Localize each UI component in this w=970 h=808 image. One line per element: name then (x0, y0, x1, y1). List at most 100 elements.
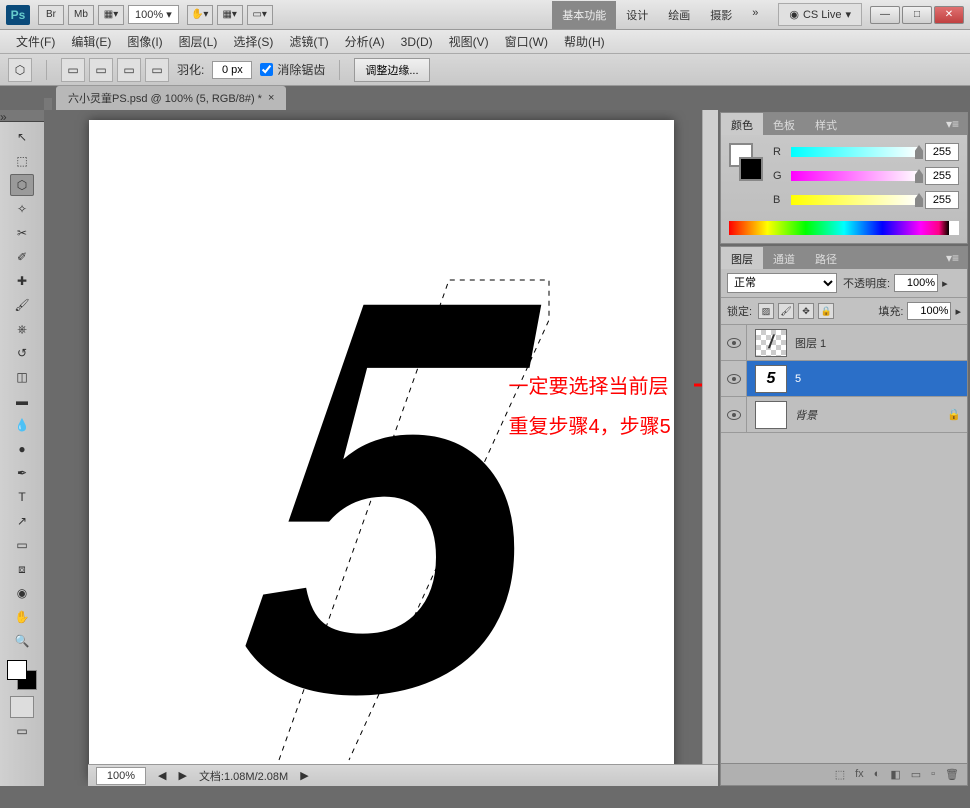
minibridge-button[interactable]: Mb (68, 5, 94, 25)
tab-paths[interactable]: 路径 (805, 247, 847, 269)
wand-tool[interactable]: ✧ (10, 198, 34, 220)
refine-edge-button[interactable]: 调整边缘... (354, 58, 429, 82)
arrange-button[interactable]: ▦▾ (217, 5, 243, 25)
tool-preset-icon[interactable]: ⬡ (8, 58, 32, 82)
trash-icon[interactable]: 🗑 (945, 768, 959, 781)
menu-edit[interactable]: 编辑(E) (65, 30, 117, 53)
blur-tool[interactable]: 💧 (10, 414, 34, 436)
visibility-toggle[interactable] (721, 397, 747, 432)
workspace-tab-photography[interactable]: 摄影 (700, 1, 742, 29)
visibility-toggle[interactable] (721, 361, 747, 396)
layer-name[interactable]: 5 (795, 373, 967, 385)
menu-3d[interactable]: 3D(D) (395, 32, 439, 52)
bg-swatch[interactable] (739, 157, 763, 181)
workspace-tab-essentials[interactable]: 基本功能 (552, 1, 616, 29)
heal-tool[interactable]: ✚ (10, 270, 34, 292)
menu-help[interactable]: 帮助(H) (558, 30, 611, 53)
shape-tool[interactable]: ▭ (10, 534, 34, 556)
antialias-checkbox[interactable]: 消除锯齿 (260, 61, 325, 78)
3d-tool[interactable]: ⧈ (10, 558, 34, 580)
g-input[interactable] (925, 167, 959, 185)
gradient-tool[interactable]: ▬ (10, 390, 34, 412)
new-layer-icon[interactable]: ▫ (931, 768, 935, 781)
menu-file[interactable]: 文件(F) (10, 30, 61, 53)
workspace-more[interactable]: » (742, 1, 768, 29)
status-zoom-input[interactable]: 100% (96, 767, 146, 785)
lasso-tool[interactable]: ⬡ (10, 174, 34, 196)
screenmode-button[interactable]: ▭ (10, 720, 34, 742)
bridge-button[interactable]: Br (38, 5, 64, 25)
layer-row[interactable]: 5 5 (721, 361, 967, 397)
lock-all-icon[interactable]: 🔒 (818, 303, 834, 319)
hand-tool[interactable]: ✋ (10, 606, 34, 628)
add-selection-icon[interactable]: ▭ (89, 58, 113, 82)
menu-window[interactable]: 窗口(W) (499, 30, 554, 53)
lock-transparent-icon[interactable]: ▨ (758, 303, 774, 319)
extras-button[interactable]: ▭▾ (247, 5, 273, 25)
stamp-tool[interactable]: ⎈ (10, 318, 34, 340)
zoom-tool[interactable]: 🔍 (10, 630, 34, 652)
document-tab-close-icon[interactable]: × (268, 92, 274, 104)
visibility-toggle[interactable] (721, 325, 747, 360)
cslive-button[interactable]: ◉CS Live▾ (778, 3, 862, 26)
group-icon[interactable]: ▭ (911, 768, 921, 781)
fill-input[interactable] (907, 302, 951, 320)
tab-channels[interactable]: 通道 (763, 247, 805, 269)
history-brush-tool[interactable]: ↺ (10, 342, 34, 364)
layer-thumbnail[interactable]: 5 (755, 365, 787, 393)
eraser-tool[interactable]: ◫ (10, 366, 34, 388)
vertical-scrollbar[interactable] (702, 110, 718, 786)
b-slider[interactable] (791, 195, 919, 205)
tab-color[interactable]: 颜色 (721, 113, 763, 135)
color-swatches[interactable] (7, 660, 37, 690)
layer-thumbnail[interactable]: / (755, 329, 787, 357)
blend-mode-select[interactable]: 正常 (727, 273, 837, 293)
menu-analysis[interactable]: 分析(A) (339, 30, 391, 53)
menu-image[interactable]: 图像(I) (121, 30, 168, 53)
b-input[interactable] (925, 191, 959, 209)
status-chevron-icon[interactable]: ▶ (300, 769, 308, 782)
eyedropper-tool[interactable]: ✐ (10, 246, 34, 268)
menu-view[interactable]: 视图(V) (443, 30, 495, 53)
tab-swatches[interactable]: 色板 (763, 113, 805, 135)
workspace-tab-painting[interactable]: 绘画 (658, 1, 700, 29)
pen-tool[interactable]: ✒ (10, 462, 34, 484)
layer-row[interactable]: / 图层 1 (721, 325, 967, 361)
layer-name[interactable]: 图层 1 (795, 335, 967, 351)
lock-paint-icon[interactable]: 🖌 (778, 303, 794, 319)
fill-chevron-icon[interactable]: ▸ (955, 305, 961, 318)
chevron-right-icon[interactable]: ▶ (178, 769, 186, 782)
brush-tool[interactable]: 🖌 (10, 294, 34, 316)
opacity-chevron-icon[interactable]: ▸ (942, 277, 948, 290)
tab-styles[interactable]: 样式 (805, 113, 847, 135)
crop-tool[interactable]: ✂ (10, 222, 34, 244)
new-selection-icon[interactable]: ▭ (61, 58, 85, 82)
color-panel-swatches[interactable] (729, 143, 765, 181)
document-tab[interactable]: 六小灵童PS.psd @ 100% (5, RGB/8#) * × (56, 86, 286, 110)
quick-mask-button[interactable] (10, 696, 34, 718)
r-slider[interactable] (791, 147, 919, 157)
r-input[interactable] (925, 143, 959, 161)
dodge-tool[interactable]: ● (10, 438, 34, 460)
color-panel-menu-icon[interactable]: ▾≡ (938, 113, 967, 135)
mask-icon[interactable]: ◐ (874, 768, 881, 781)
tab-layers[interactable]: 图层 (721, 247, 763, 269)
zoom-dropdown[interactable]: 100% ▾ (128, 5, 179, 24)
workspace-tab-design[interactable]: 设计 (616, 1, 658, 29)
color-ramp[interactable] (729, 221, 959, 235)
toolbox-handle[interactable]: » (0, 110, 44, 122)
camera-tool[interactable]: ◉ (10, 582, 34, 604)
link-layers-icon[interactable]: ⬚ (835, 768, 845, 781)
type-tool[interactable]: T (10, 486, 34, 508)
canvas[interactable]: 5 一定要选择当前层 重复步骤4，步骤5 (89, 120, 674, 780)
intersect-selection-icon[interactable]: ▭ (145, 58, 169, 82)
menu-select[interactable]: 选择(S) (227, 30, 279, 53)
move-tool[interactable]: ↖ (10, 126, 34, 148)
layer-row[interactable]: 背景 🔒 (721, 397, 967, 433)
path-tool[interactable]: ↗ (10, 510, 34, 532)
adjustment-icon[interactable]: ◧ (890, 768, 900, 781)
feather-input[interactable] (212, 61, 252, 79)
marquee-tool[interactable]: ⬚ (10, 150, 34, 172)
menu-layer[interactable]: 图层(L) (173, 30, 224, 53)
chevron-left-icon[interactable]: ◀ (158, 769, 166, 782)
